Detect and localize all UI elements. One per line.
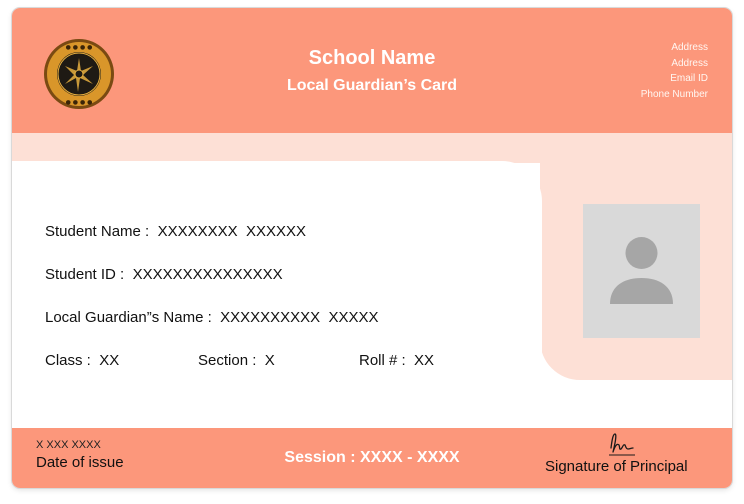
student-id-value: XXXXXXXXXXXXXXX xyxy=(132,266,283,283)
guardian-name-row: Local Guardian”s Name : XXXXXXXXXX XXXXX xyxy=(45,309,379,326)
section-label: Section : xyxy=(198,352,257,369)
phone-number: Phone Number xyxy=(640,88,708,100)
email-id: Email ID xyxy=(670,73,708,84)
signature-label: Signature of Principal xyxy=(545,458,688,475)
user-avatar-placeholder-icon xyxy=(610,237,673,304)
section-row: Section : X xyxy=(198,352,275,369)
roll-label: Roll # : xyxy=(359,352,406,369)
class-value: XX xyxy=(99,352,120,369)
signature-icon xyxy=(609,433,635,456)
issue-date-label: Date of issue xyxy=(36,454,124,471)
student-id-label: Student ID : xyxy=(45,266,125,283)
section-value: X xyxy=(264,352,275,369)
svg-text:● ● ● ●: ● ● ● ● xyxy=(66,99,93,106)
school-crest-icon: ● ● ● ● ● ● ● ● xyxy=(44,39,114,109)
details-panel xyxy=(12,161,542,428)
school-name: School Name xyxy=(308,47,436,69)
class-row: Class : XX xyxy=(45,352,119,369)
roll-row: Roll # : XX xyxy=(359,352,434,369)
title-block: School Name Local Guardian’s Card xyxy=(212,46,532,96)
student-photo-placeholder xyxy=(583,204,700,338)
contact-info: Address Address Email ID Phone Number xyxy=(641,40,708,102)
student-name-value: XXXXXXXX XXXXXX xyxy=(157,223,306,240)
guardian-name-value: XXXXXXXXXX XXXXX xyxy=(220,309,379,326)
address-line-1: Address xyxy=(671,42,708,53)
class-label: Class : xyxy=(45,352,91,369)
student-name-row: Student Name : XXXXXXXX XXXXXX xyxy=(45,223,306,240)
session-info: Session : XXXX - XXXX xyxy=(272,449,472,467)
guardian-name-label: Local Guardian”s Name : xyxy=(45,309,212,326)
guardian-id-card: ● ● ● ● ● ● ● ● School Name Local Guardi… xyxy=(12,8,732,488)
card-footer: X XXX XXXX Date of issue Session : XXXX … xyxy=(12,428,732,488)
student-name-label: Student Name : xyxy=(45,223,150,240)
issue-date: X XXX XXXX xyxy=(36,439,101,451)
roll-value: XX xyxy=(414,352,435,369)
svg-text:● ● ● ●: ● ● ● ● xyxy=(66,44,93,51)
card-type-title: Local Guardian’s Card xyxy=(286,77,458,94)
session-label: Session : xyxy=(284,449,356,466)
card-header: ● ● ● ● ● ● ● ● School Name Local Guardi… xyxy=(12,8,732,133)
student-id-row: Student ID : XXXXXXXXXXXXXXX xyxy=(45,266,283,283)
address-line-2: Address xyxy=(671,57,708,69)
session-value: XXXX - XXXX xyxy=(360,449,460,466)
